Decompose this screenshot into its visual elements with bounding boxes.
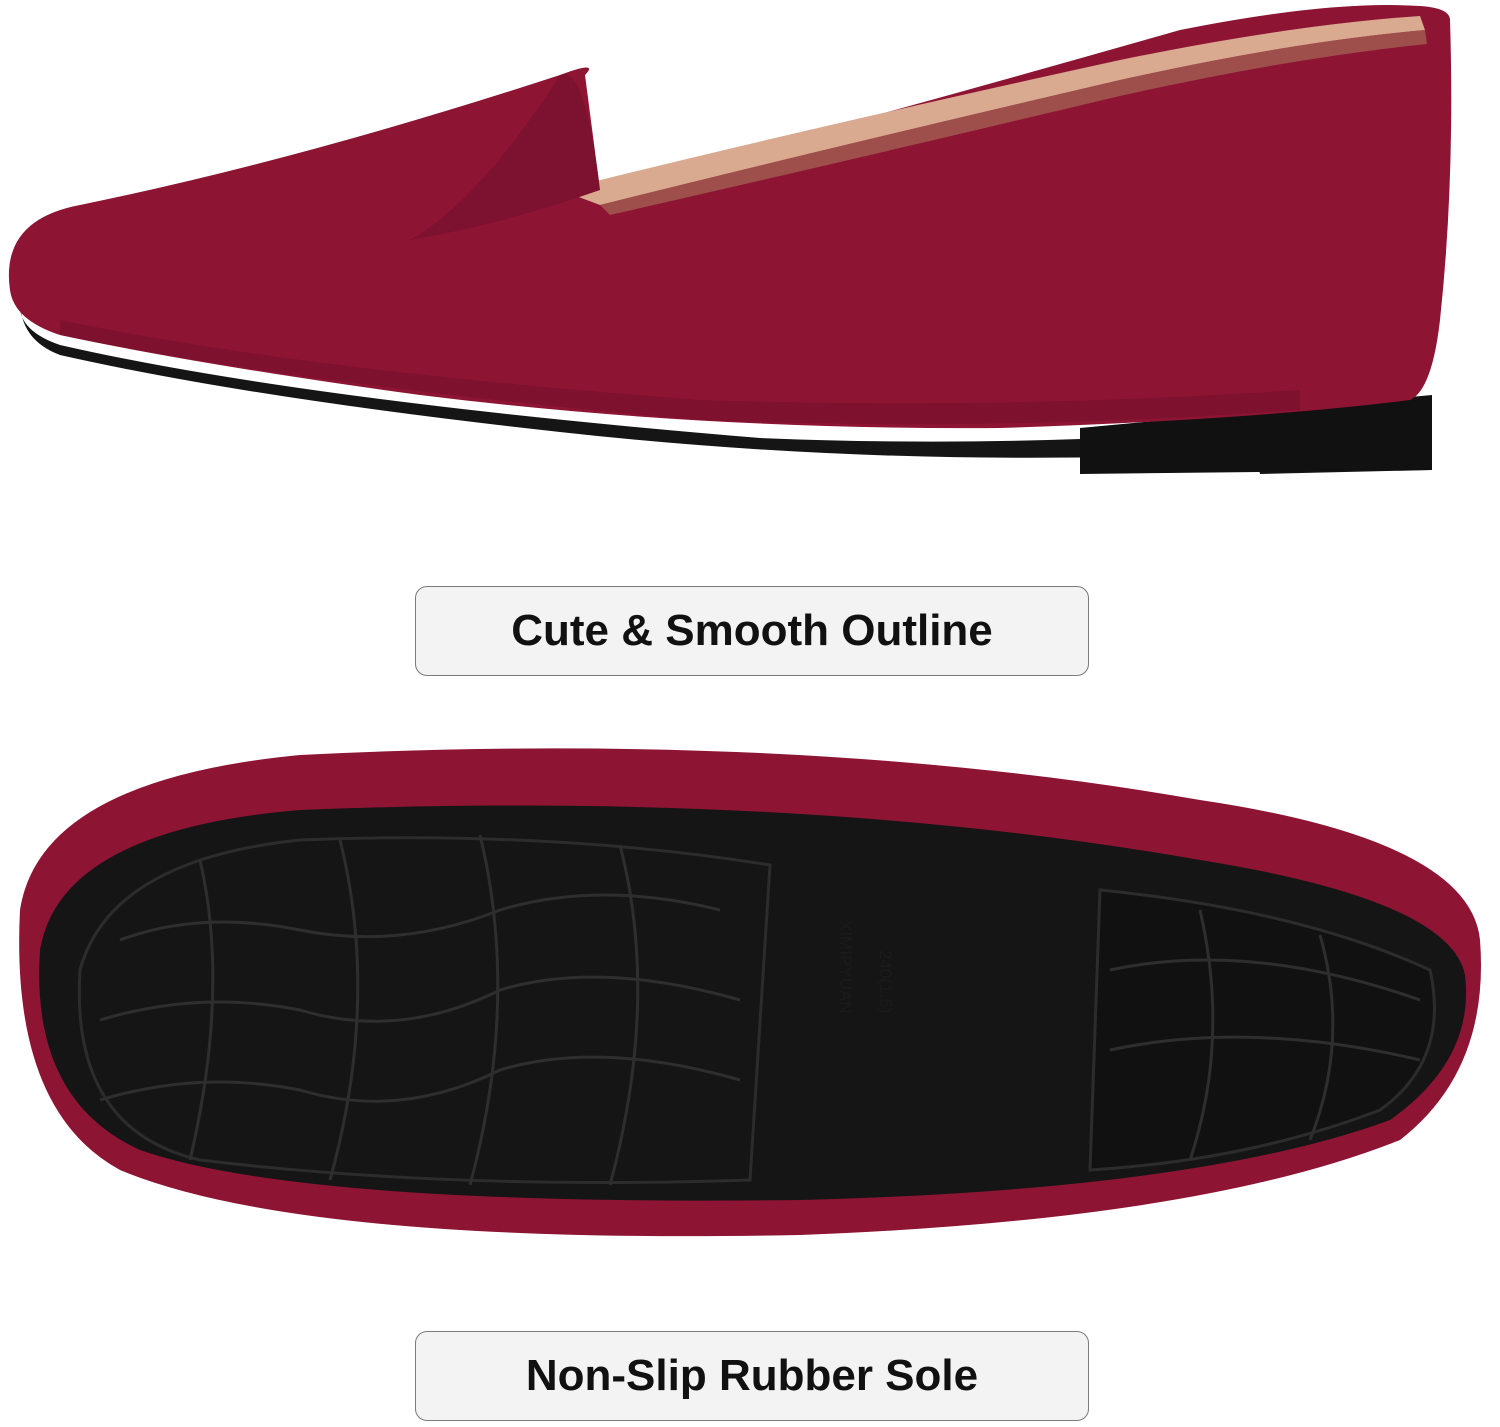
feature-caption-sole-text: Non-Slip Rubber Sole bbox=[525, 1351, 979, 1400]
shoe-side-view-photo bbox=[8, 5, 1452, 474]
feature-caption-outline: Cute & Smooth Outline bbox=[415, 586, 1089, 676]
feature-caption-outline-text: Cute & Smooth Outline bbox=[511, 606, 993, 655]
sole-size-print: 240(1.5) bbox=[876, 950, 895, 1013]
shoe-sole-view-photo: XIMIPYUAN 240(1.5) bbox=[19, 748, 1482, 1237]
feature-caption-sole: Non-Slip Rubber Sole bbox=[415, 1331, 1089, 1421]
sole-brand-print: XIMIPYUAN bbox=[836, 920, 855, 1014]
